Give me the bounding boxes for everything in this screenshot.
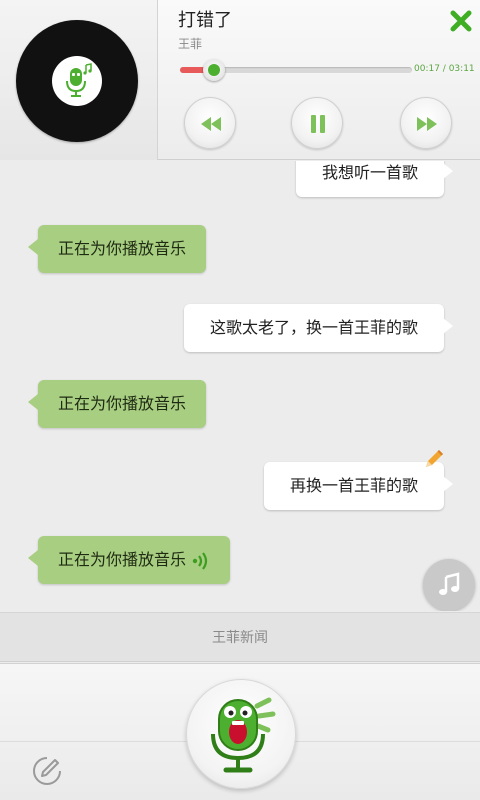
song-title: 打错了 xyxy=(178,10,232,31)
bottom-bar xyxy=(0,663,480,800)
pause-icon xyxy=(311,115,325,133)
music-note-icon xyxy=(439,572,460,595)
time-readout: 00:17 / 03:11 xyxy=(414,64,475,74)
rewind-icon xyxy=(201,117,221,131)
edit-pencil-icon[interactable] xyxy=(422,447,446,471)
fast-forward-icon xyxy=(417,117,437,131)
song-artist: 王菲 xyxy=(178,37,203,51)
next-button[interactable] xyxy=(400,97,452,149)
assistant-message: 正在为你播放音乐 xyxy=(27,536,231,584)
total-duration: 03:11 xyxy=(448,64,475,74)
progress-knob[interactable] xyxy=(202,59,225,81)
message-text: 这歌太老了，换一首王菲的歌 xyxy=(209,318,418,337)
pencil-circle-icon xyxy=(33,757,61,785)
message-text: 我想听一首歌 xyxy=(321,163,418,182)
previous-button[interactable] xyxy=(184,97,236,149)
album-cover-area xyxy=(0,0,158,160)
music-library-button[interactable] xyxy=(423,559,475,611)
chat-area[interactable]: 我想听一首歌 正在为你播放音乐 这歌太老了，换一首王菲的歌 正在为你播放音乐 再… xyxy=(0,161,480,611)
user-message: 这歌太老了，换一首王菲的歌 xyxy=(183,304,454,352)
time-separator: / xyxy=(439,64,449,74)
message-text: 再换一首王菲的歌 xyxy=(289,476,418,495)
close-icon[interactable] xyxy=(446,6,476,36)
pause-button[interactable] xyxy=(291,97,343,149)
microphone-mascot-icon xyxy=(211,697,276,773)
assistant-message: 正在为你播放音乐 xyxy=(27,225,207,273)
text-input-toggle-button[interactable] xyxy=(30,754,64,788)
message-text: 正在为你播放音乐 xyxy=(58,239,187,258)
progress-slider[interactable] xyxy=(180,59,412,81)
speaker-waves-icon xyxy=(192,551,208,570)
music-player-panel: 打错了 王菲 00:17 / 03:11 xyxy=(0,0,480,160)
user-message: 我想听一首歌 xyxy=(295,161,454,197)
microphone-logo-icon xyxy=(66,63,92,97)
message-text: 正在为你播放音乐 xyxy=(58,394,187,413)
message-text: 正在为你播放音乐 xyxy=(58,550,187,569)
vinyl-record-icon[interactable] xyxy=(16,20,138,142)
suggestion-text[interactable]: 王菲新闻 xyxy=(212,630,268,646)
elapsed-time: 00:17 xyxy=(414,64,440,74)
vinyl-label xyxy=(52,56,102,106)
voice-input-button[interactable] xyxy=(186,679,296,789)
assistant-message: 正在为你播放音乐 xyxy=(27,380,207,428)
suggestion-bar[interactable]: 王菲新闻 xyxy=(0,612,480,662)
user-message[interactable]: 再换一首王菲的歌 xyxy=(263,462,454,510)
